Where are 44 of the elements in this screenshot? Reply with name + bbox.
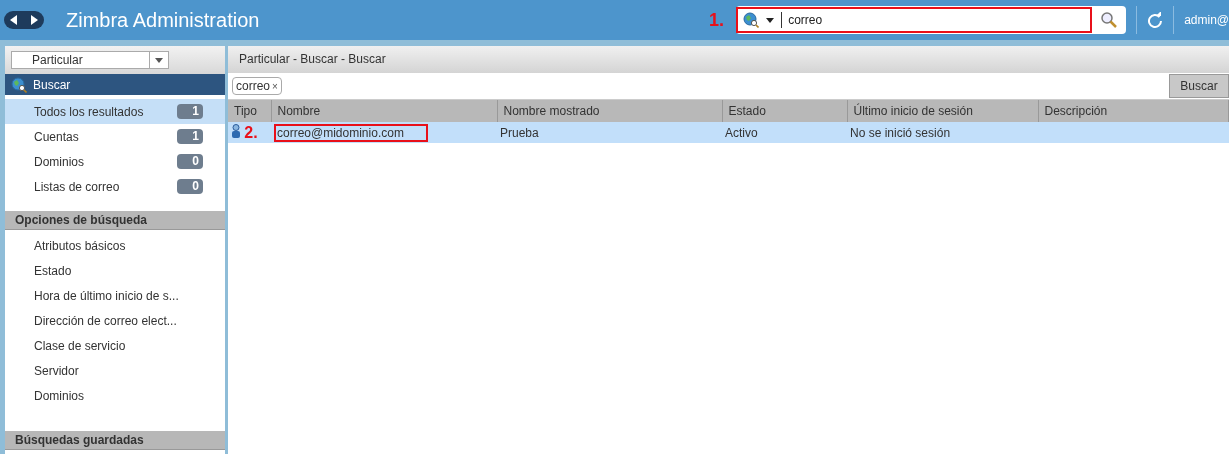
search-option[interactable]: Estado <box>5 259 225 284</box>
section-header: Búsquedas guardadas <box>5 431 225 450</box>
search-option[interactable]: Dirección de correo elect... <box>5 309 225 334</box>
table-cell: Activo <box>725 125 758 140</box>
column-header[interactable]: Nombre <box>271 100 497 122</box>
count-badge: 0 <box>177 154 203 169</box>
search-option[interactable]: Servidor <box>5 359 225 384</box>
search-option[interactable]: Clase de servicio <box>5 334 225 359</box>
column-header[interactable]: Nombre mostrado <box>497 100 722 122</box>
column-header[interactable]: Estado <box>722 100 847 122</box>
refresh-icon[interactable] <box>1147 12 1164 28</box>
globe-search-icon <box>11 76 27 93</box>
search-field[interactable]: correo <box>736 7 1093 33</box>
search-chip[interactable]: correo × <box>232 77 282 95</box>
result-category[interactable]: Dominios 0 <box>5 149 225 174</box>
count-badge: 1 <box>177 129 203 144</box>
section-title: Buscar <box>33 77 71 92</box>
search-option[interactable]: Atributos básicos <box>5 234 225 259</box>
back-forward-buttons[interactable] <box>4 11 44 29</box>
section-header: Opciones de búsqueda <box>5 211 225 230</box>
table-cell: correo@midominio.com <box>274 123 428 142</box>
column-header[interactable]: Tipo <box>228 100 271 122</box>
annotation-number: 1. <box>709 9 725 31</box>
result-category[interactable]: Listas de correo 0 <box>5 174 225 199</box>
column-header[interactable]: Último inicio de sesión <box>847 100 1038 122</box>
search-option[interactable]: Dominios <box>5 384 225 409</box>
table-cell: Prueba <box>500 125 539 140</box>
breadcrumb: Particular - Buscar - Buscar <box>228 46 1229 73</box>
search-option[interactable]: Hora de último inicio de s... <box>5 284 225 309</box>
caret-icon[interactable] <box>155 57 163 63</box>
person-icon <box>231 123 241 138</box>
app-title: Zimbra Administration <box>66 8 261 32</box>
count-badge: 0 <box>177 179 203 194</box>
search-button[interactable]: Buscar <box>1169 74 1229 98</box>
annotation-number: 2. <box>244 123 258 141</box>
globe-search-icon <box>743 12 760 28</box>
count-badge: 1 <box>177 104 203 119</box>
table-cell: No se inició sesión <box>850 125 951 140</box>
view-dropdown[interactable]: Particular <box>11 51 169 69</box>
result-category[interactable]: Cuentas 1 <box>5 124 225 149</box>
column-header[interactable]: Descripción <box>1038 100 1229 122</box>
search-icon[interactable] <box>1100 11 1119 29</box>
result-category[interactable]: Todos los resultados 1 <box>5 99 225 124</box>
close-icon[interactable]: × <box>272 80 278 92</box>
